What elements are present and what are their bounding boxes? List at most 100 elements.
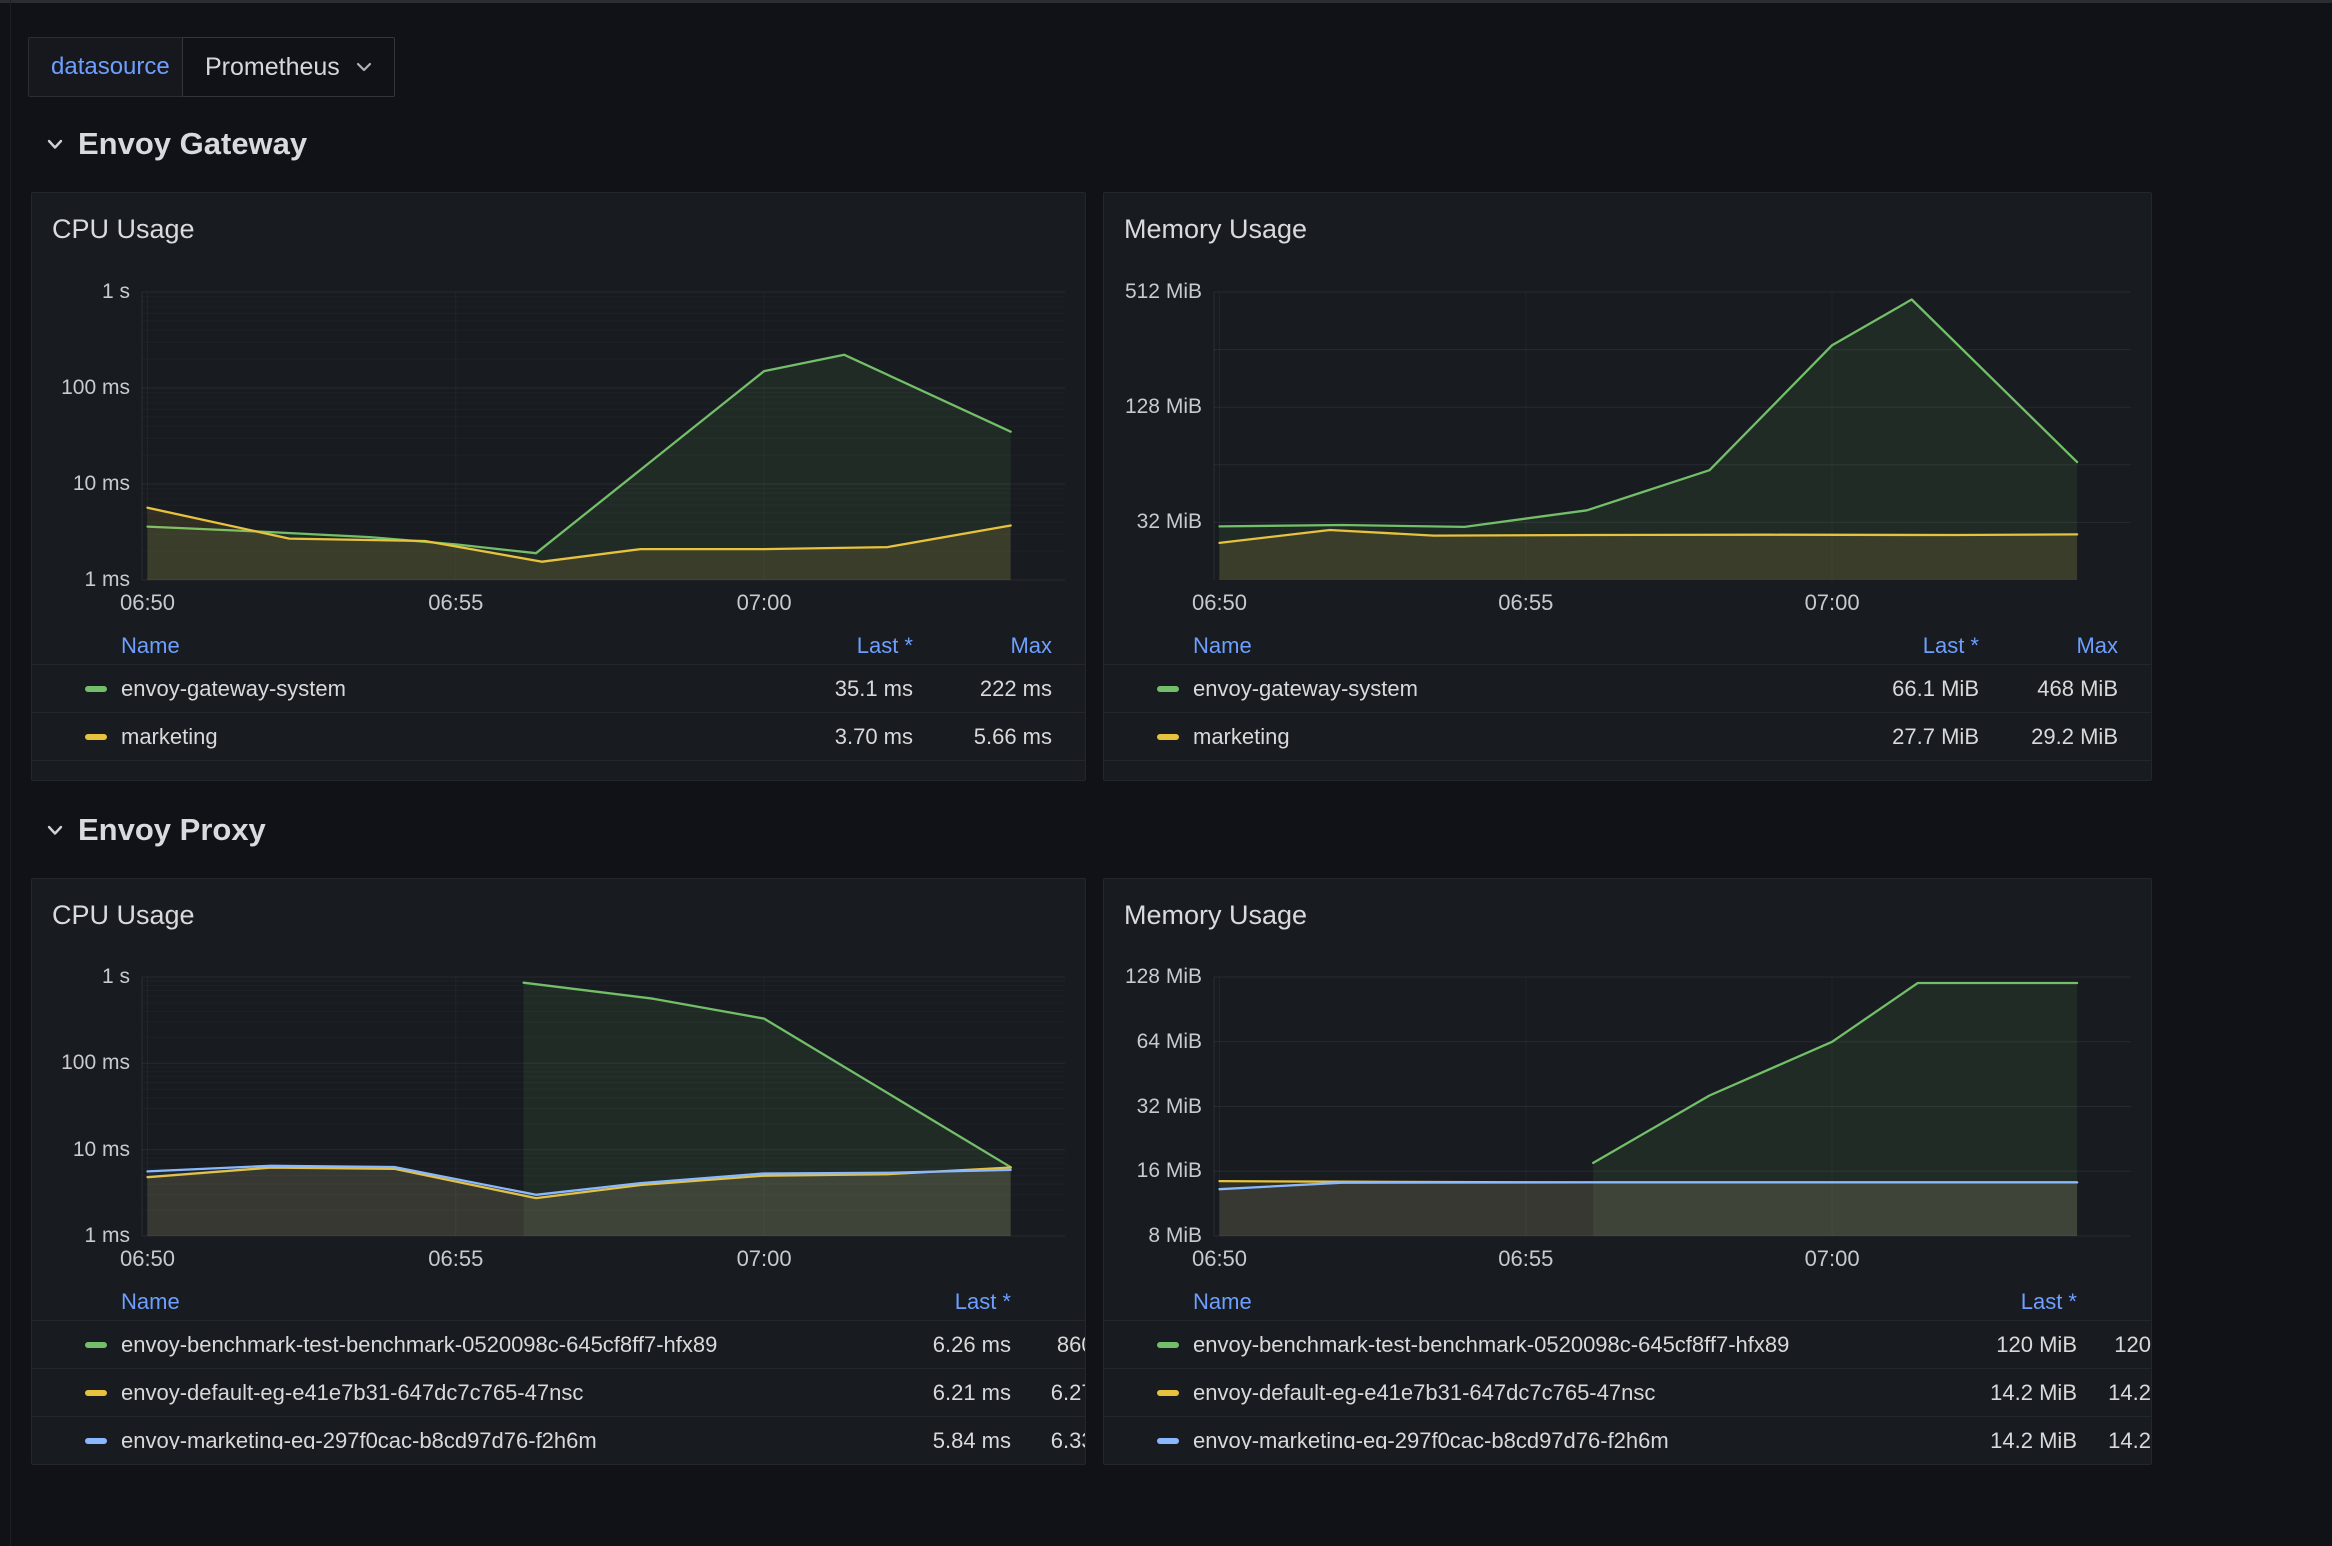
legend-series-name[interactable]: envoy-gateway-system: [1193, 676, 1418, 702]
x-axis-tick-label: 06:55: [1498, 590, 1553, 616]
y-axis-tick-label: 1 ms: [32, 1224, 130, 1248]
y-axis-tick-label: 1 ms: [32, 568, 130, 592]
legend-column-max[interactable]: Max: [2076, 633, 2118, 659]
y-axis-tick-label: 32 MiB: [1104, 510, 1202, 534]
legend-column-last[interactable]: Last *: [1923, 633, 1979, 659]
legend-last-value: 6.21 ms: [933, 1380, 1011, 1406]
legend-header-row: NameLast *Max: [1104, 1283, 2151, 1321]
y-axis-tick-label: 512 MiB: [1104, 280, 1202, 304]
legend-column-name[interactable]: Name: [1193, 633, 1252, 659]
legend-column-last[interactable]: Last *: [955, 1289, 1011, 1315]
legend-row: marketing3.70 ms5.66 ms: [32, 713, 1085, 761]
legend-last-value: 5.84 ms: [933, 1428, 1011, 1450]
series-color-marker-icon: [85, 686, 107, 692]
chevron-down-icon: [46, 139, 64, 150]
panel-envoy-gateway-cpu-usage: CPU Usage1 s100 ms10 ms1 ms06:5006:5507:…: [31, 192, 1086, 781]
x-axis-tick-label: 06:50: [1192, 1246, 1247, 1272]
datasource-variable-label[interactable]: datasource: [28, 37, 193, 97]
legend-column-name[interactable]: Name: [1193, 1289, 1252, 1315]
legend-header-row: Name Last * Max: [1104, 627, 2151, 665]
y-axis-tick-label: 8 MiB: [1104, 1224, 1202, 1248]
x-axis-tick-label: 07:00: [737, 590, 792, 616]
y-axis-tick-label: 100 ms: [32, 1051, 130, 1075]
left-edge-line: [10, 0, 11, 1546]
legend-last-value: 120 MiB: [1996, 1332, 2077, 1358]
chevron-down-icon: [46, 825, 64, 836]
legend-column-name[interactable]: Name: [121, 1289, 180, 1315]
series-color-marker-icon: [1157, 1342, 1179, 1348]
legend-max-value: 222 ms: [980, 676, 1052, 702]
series-color-marker-icon: [85, 1342, 107, 1348]
legend-max-value: 120 MiB: [2114, 1332, 2151, 1358]
series-color-marker-icon: [85, 734, 107, 740]
y-axis-tick-label: 100 ms: [32, 376, 130, 400]
legend-last-value: 66.1 MiB: [1892, 676, 1979, 702]
y-axis-tick-label: 10 ms: [32, 1138, 130, 1162]
legend-row: envoy-marketing-eg-297f0cac-b8cd97d76-f2…: [32, 1417, 1085, 1449]
legend-series-name[interactable]: envoy-marketing-eg-297f0cac-b8cd97d76-f2…: [121, 1428, 597, 1450]
series-color-marker-icon: [1157, 1438, 1179, 1444]
series-color-marker-icon: [85, 1390, 107, 1396]
legend-max-value: 14.2 MiB: [2108, 1380, 2151, 1406]
legend-row: marketing 27.7 MiB 29.2 MiB: [1104, 713, 2151, 761]
legend-max-value: 860 ms: [1057, 1332, 1085, 1358]
y-axis-tick-label: 16 MiB: [1104, 1159, 1202, 1183]
legend-row: envoy-benchmark-test-benchmark-0520098c-…: [1104, 1321, 2151, 1369]
legend-last-value: 6.26 ms: [933, 1332, 1011, 1358]
legend-table: NameLast *Maxenvoy-benchmark-test-benchm…: [32, 1283, 1085, 1449]
legend-series-name[interactable]: envoy-benchmark-test-benchmark-0520098c-…: [121, 1332, 717, 1358]
x-axis-tick-label: 06:55: [1498, 1246, 1553, 1272]
legend-series-name[interactable]: envoy-default-eg-e41e7b31-647dc7c765-47n…: [1193, 1380, 1655, 1406]
panel-envoy-proxy-memory-usage: Memory Usage128 MiB64 MiB32 MiB16 MiB8 M…: [1103, 878, 2152, 1465]
series-color-marker-icon: [1157, 1390, 1179, 1396]
series-color-marker-icon: [1157, 734, 1179, 740]
window-top-strip: [0, 0, 2332, 3]
legend-column-name[interactable]: Name: [121, 633, 180, 659]
panel-envoy-gateway-memory-usage: Memory Usage512 MiB128 MiB32 MiB06:5006:…: [1103, 192, 2152, 781]
legend-last-value: 14.2 MiB: [1990, 1380, 2077, 1406]
y-axis-tick-label: 128 MiB: [1104, 965, 1202, 989]
legend-series-name[interactable]: envoy-marketing-eg-297f0cac-b8cd97d76-f2…: [1193, 1428, 1669, 1450]
legend-series-name[interactable]: envoy-gateway-system: [121, 676, 346, 702]
legend-max-value: 6.27 ms: [1051, 1380, 1085, 1406]
legend-last-value: 14.2 MiB: [1990, 1428, 2077, 1450]
series-area-yellow: [1220, 530, 2078, 580]
legend-row: envoy-benchmark-test-benchmark-0520098c-…: [32, 1321, 1085, 1369]
series-area-blue: [1220, 1182, 2078, 1236]
legend-last-value: 35.1 ms: [835, 676, 913, 702]
legend-table: Name Last * Max envoy-gateway-system 66.1 Mi…: [1104, 627, 2151, 766]
legend-last-value: 27.7 MiB: [1892, 724, 1979, 750]
y-axis-tick-label: 1 s: [32, 965, 130, 989]
chevron-down-icon: [356, 62, 372, 72]
legend-column-max[interactable]: Max: [1010, 633, 1052, 659]
section-title: Envoy Proxy: [78, 812, 266, 848]
x-axis-tick-label: 07:00: [1805, 1246, 1860, 1272]
panel-envoy-proxy-cpu-usage: CPU Usage1 s100 ms10 ms1 ms06:5006:5507:…: [31, 878, 1086, 1465]
datasource-variable-dropdown[interactable]: Prometheus: [182, 37, 395, 97]
y-axis-tick-label: 1 s: [32, 280, 130, 304]
legend-series-name[interactable]: marketing: [121, 724, 218, 750]
legend-series-name[interactable]: envoy-default-eg-e41e7b31-647dc7c765-47n…: [121, 1380, 583, 1406]
legend-row: envoy-gateway-system 66.1 MiB 468 MiB: [1104, 665, 2151, 713]
legend-last-value: 3.70 ms: [835, 724, 913, 750]
series-color-marker-icon: [1157, 686, 1179, 692]
datasource-label-text: datasource: [51, 53, 170, 81]
datasource-value-text: Prometheus: [205, 53, 340, 82]
section-header-envoy-gateway[interactable]: Envoy Gateway: [46, 126, 307, 162]
legend-column-last[interactable]: Last *: [2021, 1289, 2077, 1315]
x-axis-tick-label: 06:55: [428, 590, 483, 616]
legend-series-name[interactable]: envoy-benchmark-test-benchmark-0520098c-…: [1193, 1332, 1789, 1358]
legend-max-value: 468 MiB: [2037, 676, 2118, 702]
y-axis-tick-label: 64 MiB: [1104, 1030, 1202, 1054]
legend-series-name[interactable]: marketing: [1193, 724, 1290, 750]
legend-max-value: 29.2 MiB: [2031, 724, 2118, 750]
section-header-envoy-proxy[interactable]: Envoy Proxy: [46, 812, 266, 848]
x-axis-tick-label: 06:50: [120, 590, 175, 616]
y-axis-tick-label: 10 ms: [32, 472, 130, 496]
x-axis-tick-label: 06:50: [1192, 590, 1247, 616]
x-axis-tick-label: 07:00: [737, 1246, 792, 1272]
legend-max-value: 6.33 ms: [1051, 1428, 1085, 1450]
legend-table: Name Last * Max envoy-gateway-system 35.1 ms…: [32, 627, 1085, 766]
legend-column-last[interactable]: Last *: [857, 633, 913, 659]
legend-header-row: Name Last * Max: [32, 627, 1085, 665]
